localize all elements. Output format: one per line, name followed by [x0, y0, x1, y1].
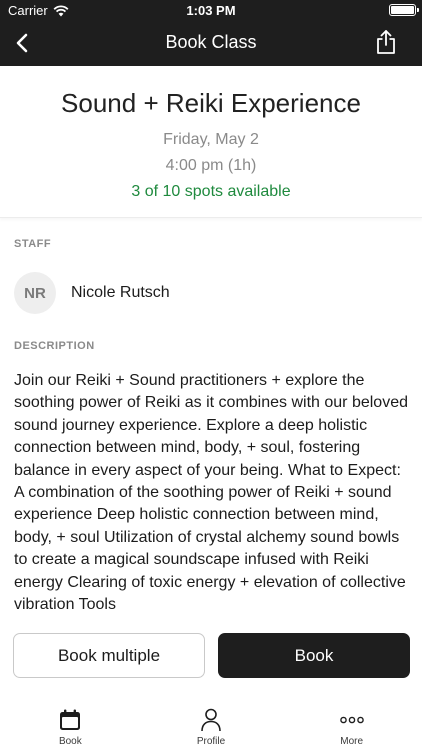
status-time: 1:03 PM [186, 3, 236, 18]
class-time: 4:00 pm (1h) [165, 157, 257, 174]
tab-more-label: More [340, 736, 364, 747]
top-bar: Carrier 1:03 PM Book Class [0, 0, 422, 66]
tab-more[interactable]: More [281, 700, 422, 750]
navigation-bar: Book Class [0, 20, 422, 66]
staff-row[interactable]: NR Nicole Rutsch [14, 271, 170, 315]
tab-profile-label: Profile [196, 736, 226, 747]
avatar: NR [14, 272, 56, 314]
tab-book-label: Book [58, 736, 82, 747]
tab-profile[interactable]: Profile [141, 700, 282, 750]
class-title: Sound + Reiki Experience [61, 88, 361, 118]
class-header: Sound + Reiki Experience Friday, May 2 4… [0, 66, 422, 218]
book-multiple-button[interactable]: Book multiple [13, 633, 205, 678]
share-button[interactable] [372, 27, 400, 57]
spots-available: 3 of 10 spots available [131, 183, 291, 200]
calendar-icon [60, 709, 81, 730]
staff-name: Nicole Rutsch [71, 284, 170, 301]
nav-title: Book Class [165, 32, 257, 52]
tab-bar: Book Profile More [0, 700, 422, 750]
tab-book[interactable]: Book [0, 700, 141, 750]
person-icon [201, 708, 221, 732]
class-date: Friday, May 2 [163, 131, 259, 148]
description-section-label: DESCRIPTION [14, 340, 95, 352]
share-icon [377, 30, 395, 54]
status-bar: Carrier 1:03 PM [0, 0, 422, 20]
staff-section-label: STAFF [14, 238, 52, 250]
book-button[interactable]: Book [218, 633, 410, 678]
more-icon [339, 716, 364, 724]
class-description: Join our Reiki + Sound practitioners + e… [14, 372, 408, 612]
battery-icon [389, 4, 419, 16]
